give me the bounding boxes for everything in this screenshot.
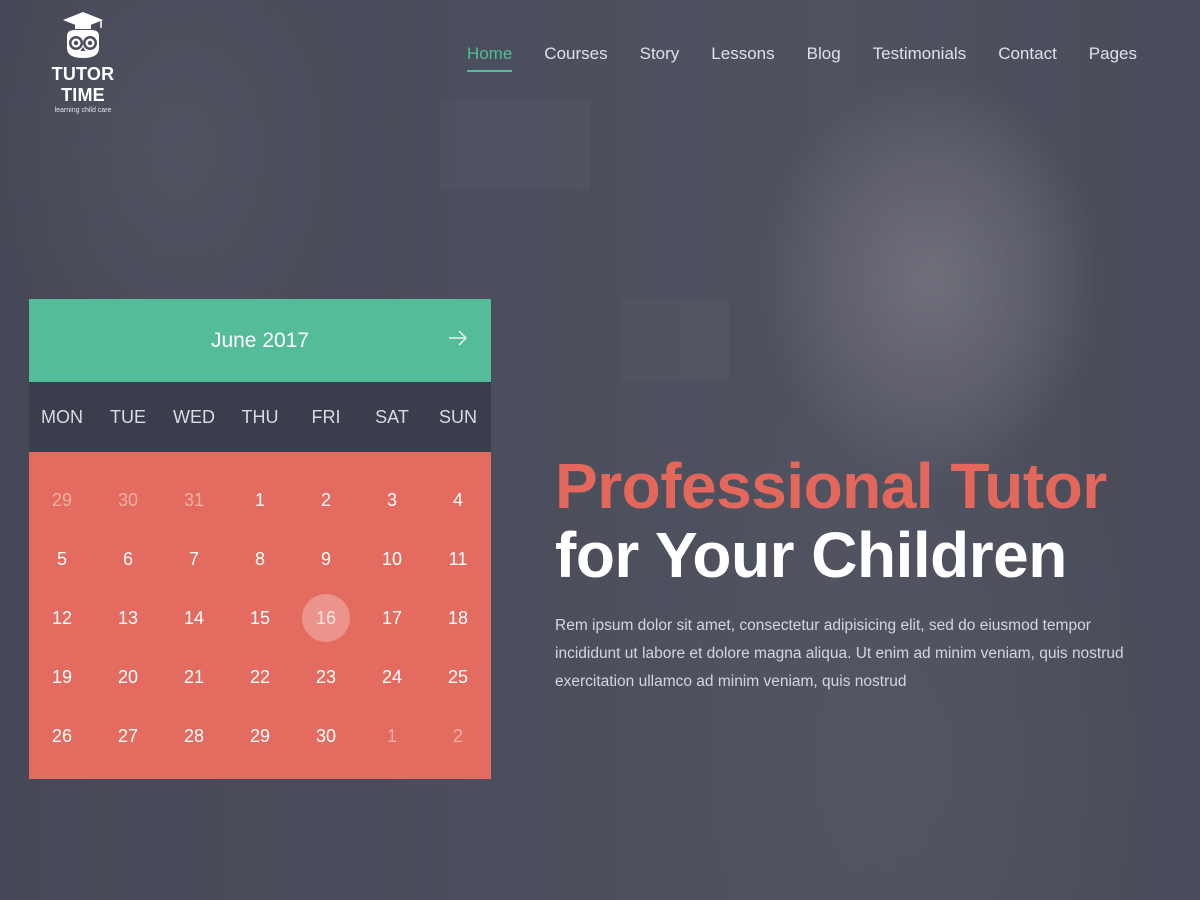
calendar-day[interactable]: 18 xyxy=(434,594,482,642)
calendar-day[interactable]: 19 xyxy=(38,653,86,701)
calendar-day[interactable]: 29 xyxy=(38,476,86,524)
calendar-day[interactable]: 17 xyxy=(368,594,416,642)
nav-item-courses[interactable]: Courses xyxy=(544,44,607,72)
hero-section: Professional Tutor for Your Children Rem… xyxy=(555,452,1155,696)
site-logo[interactable]: TUTOR TIME learning child care xyxy=(28,10,138,114)
calendar-month-label: June 2017 xyxy=(210,328,310,352)
nav-item-blog[interactable]: Blog xyxy=(807,44,841,72)
weekday-label: WED xyxy=(173,406,215,427)
calendar-day[interactable]: 1 xyxy=(368,712,416,760)
calendar-day[interactable]: 28 xyxy=(170,712,218,760)
calendar-day[interactable]: 5 xyxy=(38,535,86,583)
nav-item-home[interactable]: Home xyxy=(466,44,513,72)
calendar-day[interactable]: 31 xyxy=(170,476,218,524)
calendar-day[interactable]: 20 xyxy=(104,653,152,701)
nav-item-story[interactable]: Story xyxy=(640,44,680,72)
logo-title: TUTOR TIME xyxy=(51,64,115,105)
weekday-label: TUE xyxy=(110,406,146,427)
hero-description: Rem ipsum dolor sit amet, consectetur ad… xyxy=(555,617,1124,690)
calendar-day[interactable]: 4 xyxy=(434,476,482,524)
calendar-day[interactable]: 21 xyxy=(170,653,218,701)
calendar-day[interactable]: 15 xyxy=(236,594,284,642)
calendar-day[interactable]: 26 xyxy=(38,712,86,760)
calendar-day[interactable]: 1 xyxy=(236,476,284,524)
calendar-day[interactable]: 3 xyxy=(368,476,416,524)
calendar-day-grid: 29 30 31 1 2 3 4 5 6 7 8 9 10 11 12 13 14 15 16 17 18 19 20 21 2… xyxy=(29,452,491,779)
nav-item-lessons[interactable]: Lessons xyxy=(711,44,774,72)
logo-subtitle: learning child care xyxy=(54,107,112,114)
nav-item-pages[interactable]: Pages xyxy=(1089,44,1137,72)
calendar-day[interactable]: 25 xyxy=(434,653,482,701)
calendar-day[interactable]: 27 xyxy=(104,712,152,760)
calendar-day[interactable]: 7 xyxy=(170,535,218,583)
calendar-day[interactable]: 29 xyxy=(236,712,284,760)
calendar-day[interactable]: 24 xyxy=(368,653,416,701)
calendar-day[interactable]: 11 xyxy=(434,535,482,583)
arrow-right-icon[interactable] xyxy=(447,326,469,350)
calendar-day[interactable]: 22 xyxy=(236,653,284,701)
hero-title: Professional Tutor xyxy=(555,450,1107,522)
weekday-label: SUN xyxy=(438,406,477,427)
calendar-day-selected[interactable]: 16 xyxy=(302,593,350,642)
calendar-day[interactable]: 14 xyxy=(170,594,218,642)
calendar-day[interactable]: 10 xyxy=(368,535,416,583)
calendar-day[interactable]: 8 xyxy=(236,535,284,583)
calendar-day[interactable]: 12 xyxy=(38,594,86,642)
calendar-header: June 2017 xyxy=(29,299,491,382)
weekday-label: SAT xyxy=(375,406,409,427)
calendar-day[interactable]: 30 xyxy=(104,476,152,524)
calendar-day[interactable]: 2 xyxy=(302,476,350,524)
nav-item-contact[interactable]: Contact xyxy=(998,44,1057,72)
weekday-label: FRI xyxy=(311,406,341,427)
weekday-label: MON xyxy=(41,406,83,427)
calendar-day[interactable]: 9 xyxy=(302,535,350,583)
weekday-label: THU xyxy=(241,406,279,427)
calendar-day[interactable]: 6 xyxy=(104,535,152,583)
calendar-day[interactable]: 23 xyxy=(302,653,350,701)
calendar-weekday-row: MON TUE WED THU FRI SAT SUN xyxy=(29,382,491,452)
calendar-widget: June 2017 MON TUE WED THU FRI SAT SUN 29… xyxy=(29,299,491,779)
main-navigation: Home Courses Story Lessons Blog Testimon… xyxy=(435,44,1137,72)
calendar-day[interactable]: 30 xyxy=(302,712,350,760)
hero-title-second-line: for Your Children xyxy=(555,519,1067,591)
nav-item-testimonials[interactable]: Testimonials xyxy=(873,44,967,72)
owl-graduation-cap-icon xyxy=(63,12,103,58)
calendar-day[interactable]: 13 xyxy=(104,594,152,642)
calendar-day[interactable]: 2 xyxy=(434,712,482,760)
